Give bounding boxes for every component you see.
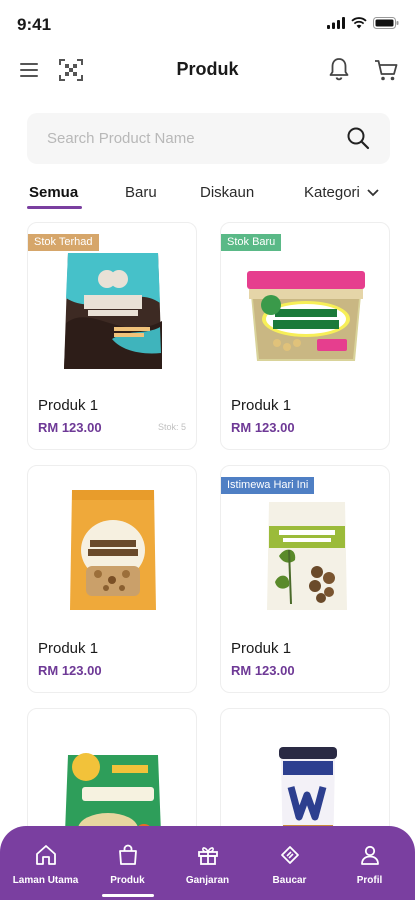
tab-kategori-label: Kategori	[304, 184, 360, 201]
search-input[interactable]	[47, 113, 337, 164]
nav-laman-utama[interactable]: Laman Utama	[4, 826, 87, 900]
product-image	[267, 502, 347, 610]
shopping-bag-icon	[118, 844, 137, 865]
bell-icon[interactable]	[327, 56, 351, 82]
product-card[interactable]: Produk 1 RM 123.00	[27, 465, 197, 693]
chevron-down-icon	[367, 189, 379, 197]
battery-icon	[373, 17, 399, 29]
product-badge: Stok Terhad	[28, 234, 99, 251]
product-price: RM 123.00	[231, 420, 295, 435]
product-price: RM 123.00	[38, 420, 102, 435]
tab-kategori[interactable]: Kategori	[304, 184, 380, 201]
product-name: Produk 1	[38, 640, 99, 657]
profile-icon	[360, 845, 379, 865]
cart-icon[interactable]	[373, 57, 399, 83]
nav-profil[interactable]: Profil	[328, 826, 411, 900]
product-badge: Istimewa Hari Ini	[221, 477, 315, 494]
tab-diskaun[interactable]: Diskaun	[200, 184, 254, 201]
product-card[interactable]: Stok Terhad Produk 1 RM 123.00 Stok: 5	[27, 222, 197, 450]
nav-label: Profil	[356, 875, 383, 886]
nav-ganjaran[interactable]: Ganjaran	[166, 826, 249, 900]
product-image	[64, 253, 162, 369]
active-tab-indicator	[27, 206, 82, 209]
product-image	[247, 271, 365, 361]
nav-label: Laman Utama	[12, 875, 79, 886]
search-bar	[27, 113, 390, 164]
nav-label: Produk	[110, 875, 145, 886]
product-image	[70, 490, 156, 610]
wifi-icon	[351, 17, 367, 29]
signal-icon	[327, 17, 345, 29]
product-price: RM 123.00	[231, 663, 295, 678]
product-name: Produk 1	[231, 397, 292, 414]
gift-icon	[197, 847, 218, 865]
product-name: Produk 1	[38, 397, 99, 414]
status-bar: 9:41	[0, 0, 415, 46]
search-icon[interactable]	[346, 126, 370, 150]
page-title: Produk	[176, 59, 239, 79]
nav-baucar[interactable]: Baucar	[248, 826, 331, 900]
nav-label: Baucar	[272, 875, 307, 886]
tab-baru[interactable]: Baru	[125, 184, 157, 201]
product-card[interactable]: Istimewa Hari Ini Produk 1 RM 123.00	[220, 465, 390, 693]
nav-produk[interactable]: Produk	[86, 826, 169, 900]
product-card[interactable]: Stok Baru Produk 1 RM 123.00	[220, 222, 390, 450]
active-nav-indicator	[101, 894, 154, 897]
category-tabs: Semua Baru Diskaun Kategori	[0, 180, 415, 212]
product-name: Produk 1	[231, 640, 292, 657]
status-time: 9:41	[17, 15, 52, 34]
bottom-navigation: Laman Utama Produk Ganjaran Baucar Profi…	[0, 826, 415, 900]
app-header: Produk	[0, 50, 415, 90]
product-badge: Stok Baru	[221, 234, 282, 251]
tab-semua[interactable]: Semua	[29, 184, 78, 201]
product-stock: Stok: 5	[157, 422, 186, 432]
product-price: RM 123.00	[38, 663, 102, 678]
home-icon	[35, 845, 56, 865]
status-icons	[327, 17, 399, 29]
voucher-icon	[280, 846, 299, 864]
nav-label: Ganjaran	[185, 875, 230, 886]
